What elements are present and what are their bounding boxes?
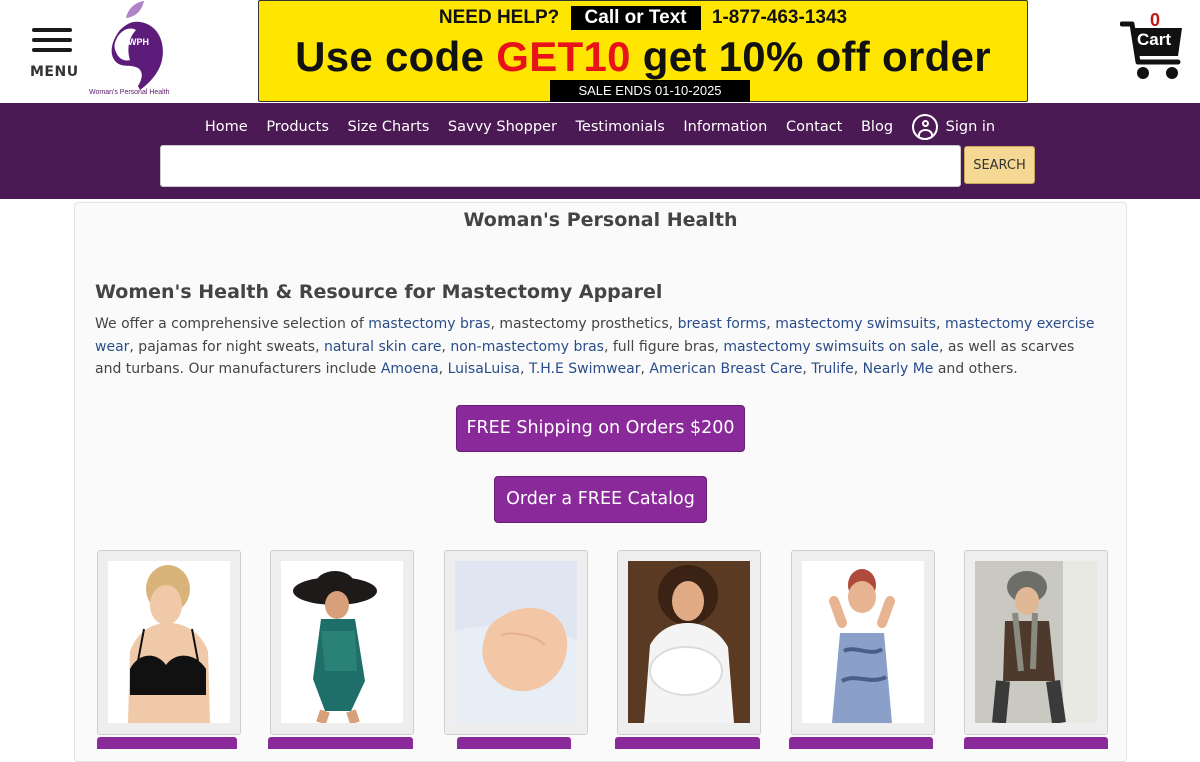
intro-text: , [802,361,812,377]
sign-in-label: Sign in [945,119,996,135]
product-image-swimsuit [281,561,403,723]
link-non-mastectomy-bras[interactable]: non-mastectomy bras [450,339,604,355]
nav-item-products[interactable]: Products [266,119,329,135]
menu-bar-icon [32,38,72,42]
cart-button[interactable]: 0 Cart [1119,10,1186,84]
link-trulife[interactable]: Trulife [811,361,853,377]
product-gallery [97,550,1109,749]
intro-text: , [853,361,863,377]
product-card-bras[interactable] [97,550,241,749]
search-button[interactable]: SEARCH [964,146,1035,184]
intro-text: , [441,338,451,355]
intro-text: , full figure bras, [603,338,724,355]
product-card-pajamas[interactable] [615,550,761,749]
product-card-exercise-wear[interactable] [789,550,935,749]
promo-help-line: NEED HELP? Call or Text 1-877-463-1343 [259,6,1027,30]
link-luisaluisa[interactable]: LuisaLuisa [448,361,520,377]
cart-count-badge: 0 [1149,10,1160,30]
promo-code-suffix: get 10% off order [642,33,991,80]
link-amoena[interactable]: Amoena [381,361,439,377]
product-image-scarf [975,561,1097,723]
main-content-card: Woman's Personal Health Women's Health &… [74,202,1127,762]
intro-heading: Women's Health & Resource for Mastectomy… [95,281,663,303]
product-image-pajamas [628,561,750,723]
product-button[interactable] [615,737,760,749]
site-logo[interactable]: WPH [86,0,180,100]
link-the-swimwear[interactable]: T.H.E Swimwear [529,361,641,377]
sign-in-link[interactable]: Sign in [911,114,996,140]
nav-item-blog[interactable]: Blog [861,119,893,135]
product-button[interactable] [97,737,237,749]
product-image-exercise-top [802,561,924,723]
nav-item-savvy-shopper[interactable]: Savvy Shopper [448,119,557,135]
promo-code-prefix: Use code [295,33,485,80]
link-breast-forms[interactable]: breast forms [678,316,767,332]
intro-text: We offer a comprehensive selection of [95,316,369,332]
promo-code: GET10 [496,33,631,80]
product-card-swimsuits[interactable] [268,550,414,749]
logo-silhouette-icon: WPH [111,1,163,90]
link-swimsuits-on-sale[interactable]: mastectomy swimsuits on sale [723,339,939,355]
intro-text: , [519,361,529,377]
nav-item-testimonials[interactable]: Testimonials [576,119,665,135]
intro-text: , [936,316,945,332]
product-image-bra [108,561,230,723]
hamburger-menu-button[interactable]: MENU [28,28,79,84]
logo-monogram: WPH [128,37,149,47]
free-shipping-button[interactable]: FREE Shipping on Orders $200 [456,405,745,452]
link-mastectomy-bras[interactable]: mastectomy bras [368,316,490,332]
intro-text: , [438,361,448,377]
intro-text: and others. [933,361,1018,377]
link-american-breast-care[interactable]: American Breast Care [649,361,802,377]
link-natural-skin-care[interactable]: natural skin care [324,339,441,355]
promo-sale-ends: SALE ENDS 01-10-2025 [550,80,750,102]
main-nav: Home Products Size Charts Savvy Shopper … [0,103,1200,199]
promo-code-line: Use code GET10 get 10% off order [259,33,1027,81]
product-button[interactable] [457,737,571,749]
menu-bar-icon [32,28,72,32]
link-mastectomy-swimsuits[interactable]: mastectomy swimsuits [775,316,936,332]
promo-banner[interactable]: NEED HELP? Call or Text 1-877-463-1343 U… [258,0,1028,102]
intro-paragraph: We offer a comprehensive selection of ma… [95,313,1095,381]
promo-call-or-text: Call or Text [570,6,701,30]
nav-item-contact[interactable]: Contact [786,119,842,135]
cart-label: Cart [1137,30,1172,49]
logo-text: Woman's Personal Health [89,89,170,96]
product-card-breast-forms[interactable] [444,550,588,749]
promo-phone[interactable]: 1-877-463-1343 [712,7,847,28]
order-catalog-button[interactable]: Order a FREE Catalog [494,476,707,523]
product-card-scarves[interactable] [964,550,1108,749]
nav-item-home[interactable]: Home [205,119,248,135]
nav-item-size-charts[interactable]: Size Charts [348,119,430,135]
nav-item-information[interactable]: Information [683,119,767,135]
menu-bar-icon [32,48,72,52]
menu-label: MENU [30,64,79,80]
nav-links: Home Products Size Charts Savvy Shopper … [0,114,1200,140]
product-button[interactable] [268,737,413,749]
intro-text: , pajamas for night sweats, [129,338,324,355]
product-image-breast-form [455,561,577,723]
page-title: Woman's Personal Health [463,209,738,231]
user-icon [911,114,938,140]
product-button[interactable] [789,737,933,749]
intro-text: , [766,316,776,332]
search-input[interactable] [160,145,961,187]
site-header: MENU WPH Woman's Personal Health NEED HE… [0,0,1200,103]
intro-text: , mastectomy prosthetics, [490,316,678,332]
link-nearly-me[interactable]: Nearly Me [863,361,934,377]
promo-need-help: NEED HELP? [438,7,560,28]
product-button[interactable] [964,737,1108,749]
